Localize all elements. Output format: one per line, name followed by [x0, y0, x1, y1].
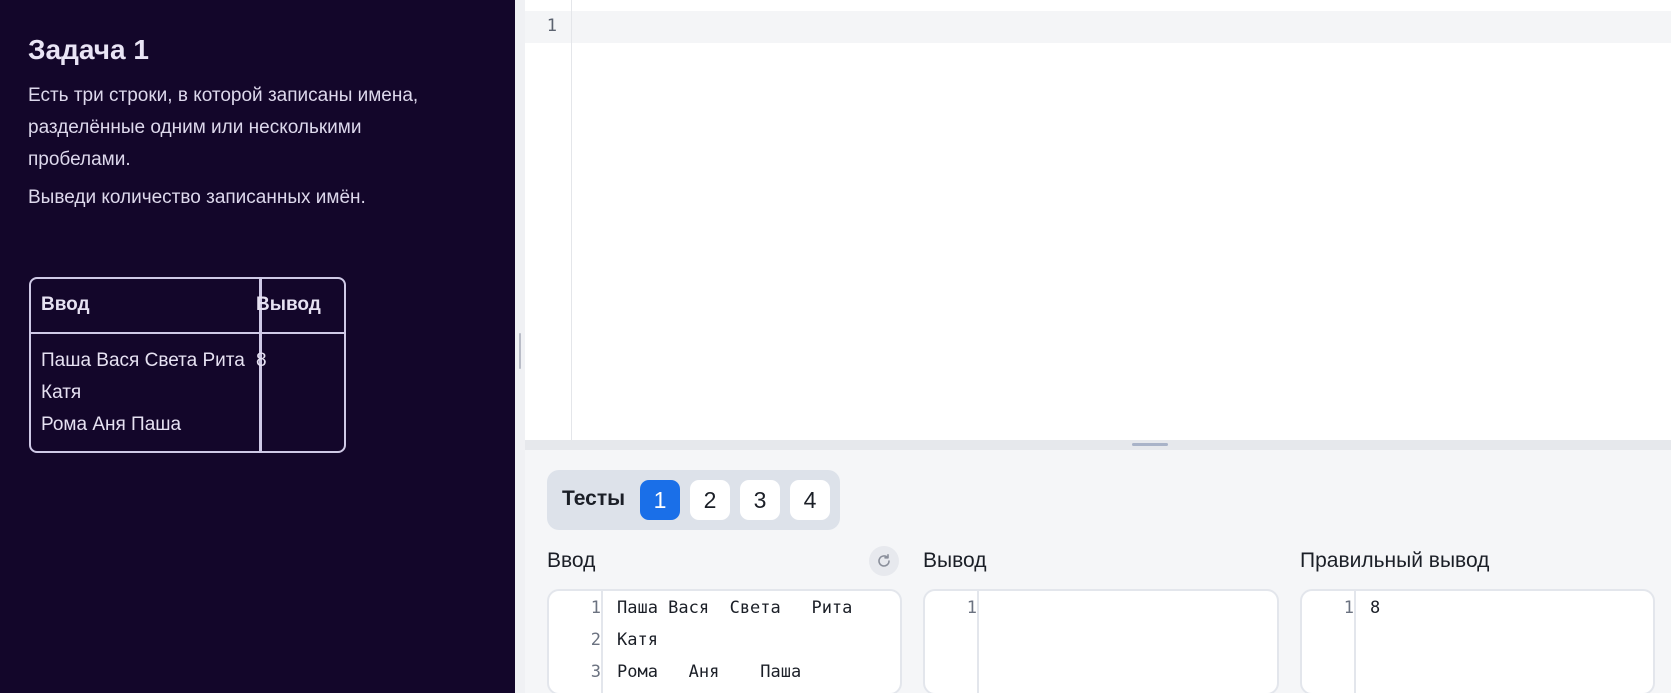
- input-line: Паша Вася Света Рита: [617, 598, 853, 618]
- example-output-value: 8: [256, 350, 267, 371]
- expected-line: 8: [1370, 598, 1381, 618]
- vertical-splitter-handle[interactable]: [519, 333, 521, 369]
- task-title: Задача 1: [28, 34, 149, 65]
- task-instruction: Выведи количество записанных имён.: [28, 187, 366, 208]
- input-line-number: 1: [590, 598, 601, 618]
- editor-gutter: [525, 0, 572, 440]
- input-line: Рома Аня Паша: [617, 662, 802, 682]
- horizontal-splitter[interactable]: [525, 440, 1671, 450]
- example-table: Ввод Вывод Паша Вася Света Рита Катя Ром…: [29, 277, 346, 453]
- tests-bar: Тесты 1 2 3 4: [547, 470, 840, 530]
- code-editor[interactable]: 1: [525, 0, 1671, 440]
- task-description: Есть три строки, в которой записаны имен…: [28, 85, 419, 170]
- output-label: Вывод: [923, 549, 987, 572]
- editor-line-number: 1: [546, 16, 557, 36]
- example-input-header: Ввод: [41, 294, 90, 315]
- test-output-box[interactable]: 1: [923, 589, 1279, 693]
- refresh-icon: [878, 554, 890, 567]
- example-input-value: Паша Вася Света Рита Катя Рома Аня Паша: [41, 350, 245, 435]
- input-line: Катя: [617, 630, 658, 650]
- horizontal-splitter-handle[interactable]: [1132, 443, 1168, 446]
- output-line-number: 1: [966, 598, 977, 618]
- expected-gutter: 1: [1302, 591, 1356, 693]
- test-button-2[interactable]: 2: [690, 480, 730, 520]
- test-button-4[interactable]: 4: [790, 480, 830, 520]
- output-gutter: 1: [925, 591, 979, 693]
- expected-output-label: Правильный вывод: [1300, 549, 1490, 572]
- active-line-highlight: [525, 11, 1671, 43]
- input-line-number: 2: [590, 630, 601, 650]
- tests-label: Тесты: [562, 487, 626, 510]
- expected-line-number: 1: [1343, 598, 1354, 618]
- input-gutter: 1 2 3: [549, 591, 603, 693]
- refresh-button[interactable]: [869, 546, 899, 576]
- test-button-3[interactable]: 3: [740, 480, 780, 520]
- test-button-1[interactable]: 1: [640, 480, 680, 520]
- task-panel: Задача 1 Есть три строки, в которой запи…: [0, 0, 515, 693]
- input-line-number: 3: [590, 662, 601, 682]
- table-row-divider: [31, 332, 344, 334]
- example-output-header: Вывод: [256, 294, 321, 315]
- expected-output-box: 1 8: [1300, 589, 1655, 693]
- test-input-box[interactable]: 1 2 3 Паша Вася Света Рита Катя Рома Аня…: [547, 589, 902, 693]
- input-label: Ввод: [547, 549, 596, 572]
